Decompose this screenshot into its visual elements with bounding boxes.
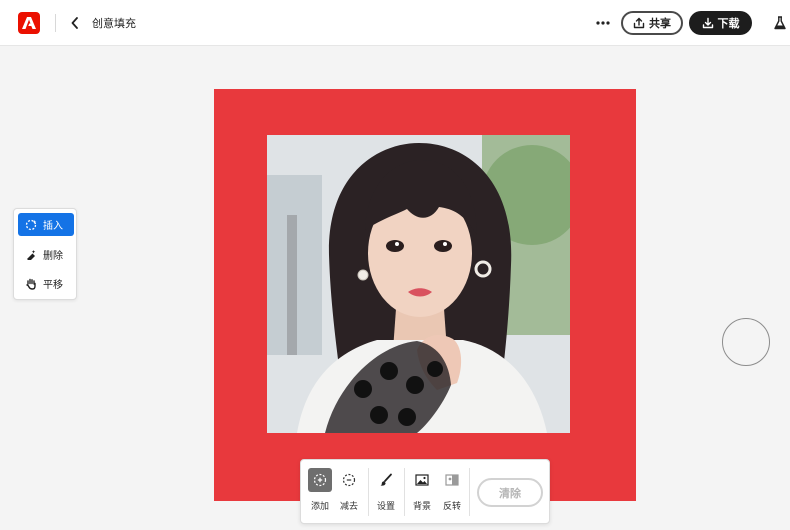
beta-flask-icon[interactable] bbox=[771, 13, 789, 33]
insert-icon bbox=[25, 219, 37, 230]
tool-pan-label: 平移 bbox=[43, 280, 63, 291]
tool-insert-label: 插入 bbox=[43, 221, 63, 232]
background-label: 背景 bbox=[412, 502, 431, 512]
background-button[interactable]: 背景 bbox=[408, 468, 436, 518]
add-label: 添加 bbox=[310, 502, 329, 512]
toolbar-divider bbox=[404, 468, 405, 516]
brush-size-indicator bbox=[722, 318, 770, 366]
tool-pan[interactable]: 平移 bbox=[18, 272, 74, 295]
eraser-icon bbox=[27, 249, 36, 260]
invert-label: 反转 bbox=[442, 502, 461, 512]
subtract-button[interactable]: 减去 bbox=[335, 468, 363, 518]
toolbar-divider bbox=[469, 468, 470, 516]
brush-icon bbox=[380, 473, 392, 486]
image-icon bbox=[415, 474, 429, 486]
settings-label: 设置 bbox=[376, 502, 395, 512]
tool-remove-label: 删除 bbox=[43, 251, 63, 262]
top-bar: 创意填充 共享 下载 bbox=[0, 0, 790, 46]
share-icon bbox=[633, 17, 645, 29]
add-button[interactable]: 添加 bbox=[306, 468, 334, 518]
download-label: 下载 bbox=[717, 17, 740, 30]
more-options-icon[interactable] bbox=[593, 13, 613, 33]
tool-insert[interactable]: 插入 bbox=[18, 213, 74, 236]
share-button[interactable]: 共享 bbox=[621, 11, 683, 35]
toolbar-divider bbox=[368, 468, 369, 516]
tool-panel: 插入 删除 平移 bbox=[13, 208, 77, 300]
header-divider bbox=[55, 14, 56, 32]
download-button[interactable]: 下载 bbox=[689, 11, 752, 35]
invert-icon bbox=[445, 474, 459, 486]
page-title: 创意填充 bbox=[92, 17, 136, 30]
hand-icon bbox=[26, 278, 36, 290]
settings-button[interactable]: 设置 bbox=[372, 468, 400, 518]
adobe-logo-icon[interactable] bbox=[18, 12, 40, 34]
clear-button[interactable]: 清除 bbox=[477, 478, 543, 507]
bottom-toolbar: 添加 减去 设置 背景 反转 清除 bbox=[300, 459, 550, 524]
back-chevron-icon[interactable] bbox=[66, 13, 84, 33]
add-selection-icon bbox=[313, 473, 327, 487]
invert-button[interactable]: 反转 bbox=[438, 468, 466, 518]
subtract-selection-icon bbox=[342, 473, 356, 487]
share-label: 共享 bbox=[649, 17, 671, 30]
portrait-photo[interactable] bbox=[267, 135, 570, 433]
download-icon bbox=[702, 17, 713, 29]
tool-remove[interactable]: 删除 bbox=[18, 243, 74, 266]
subtract-label: 减去 bbox=[339, 502, 358, 512]
